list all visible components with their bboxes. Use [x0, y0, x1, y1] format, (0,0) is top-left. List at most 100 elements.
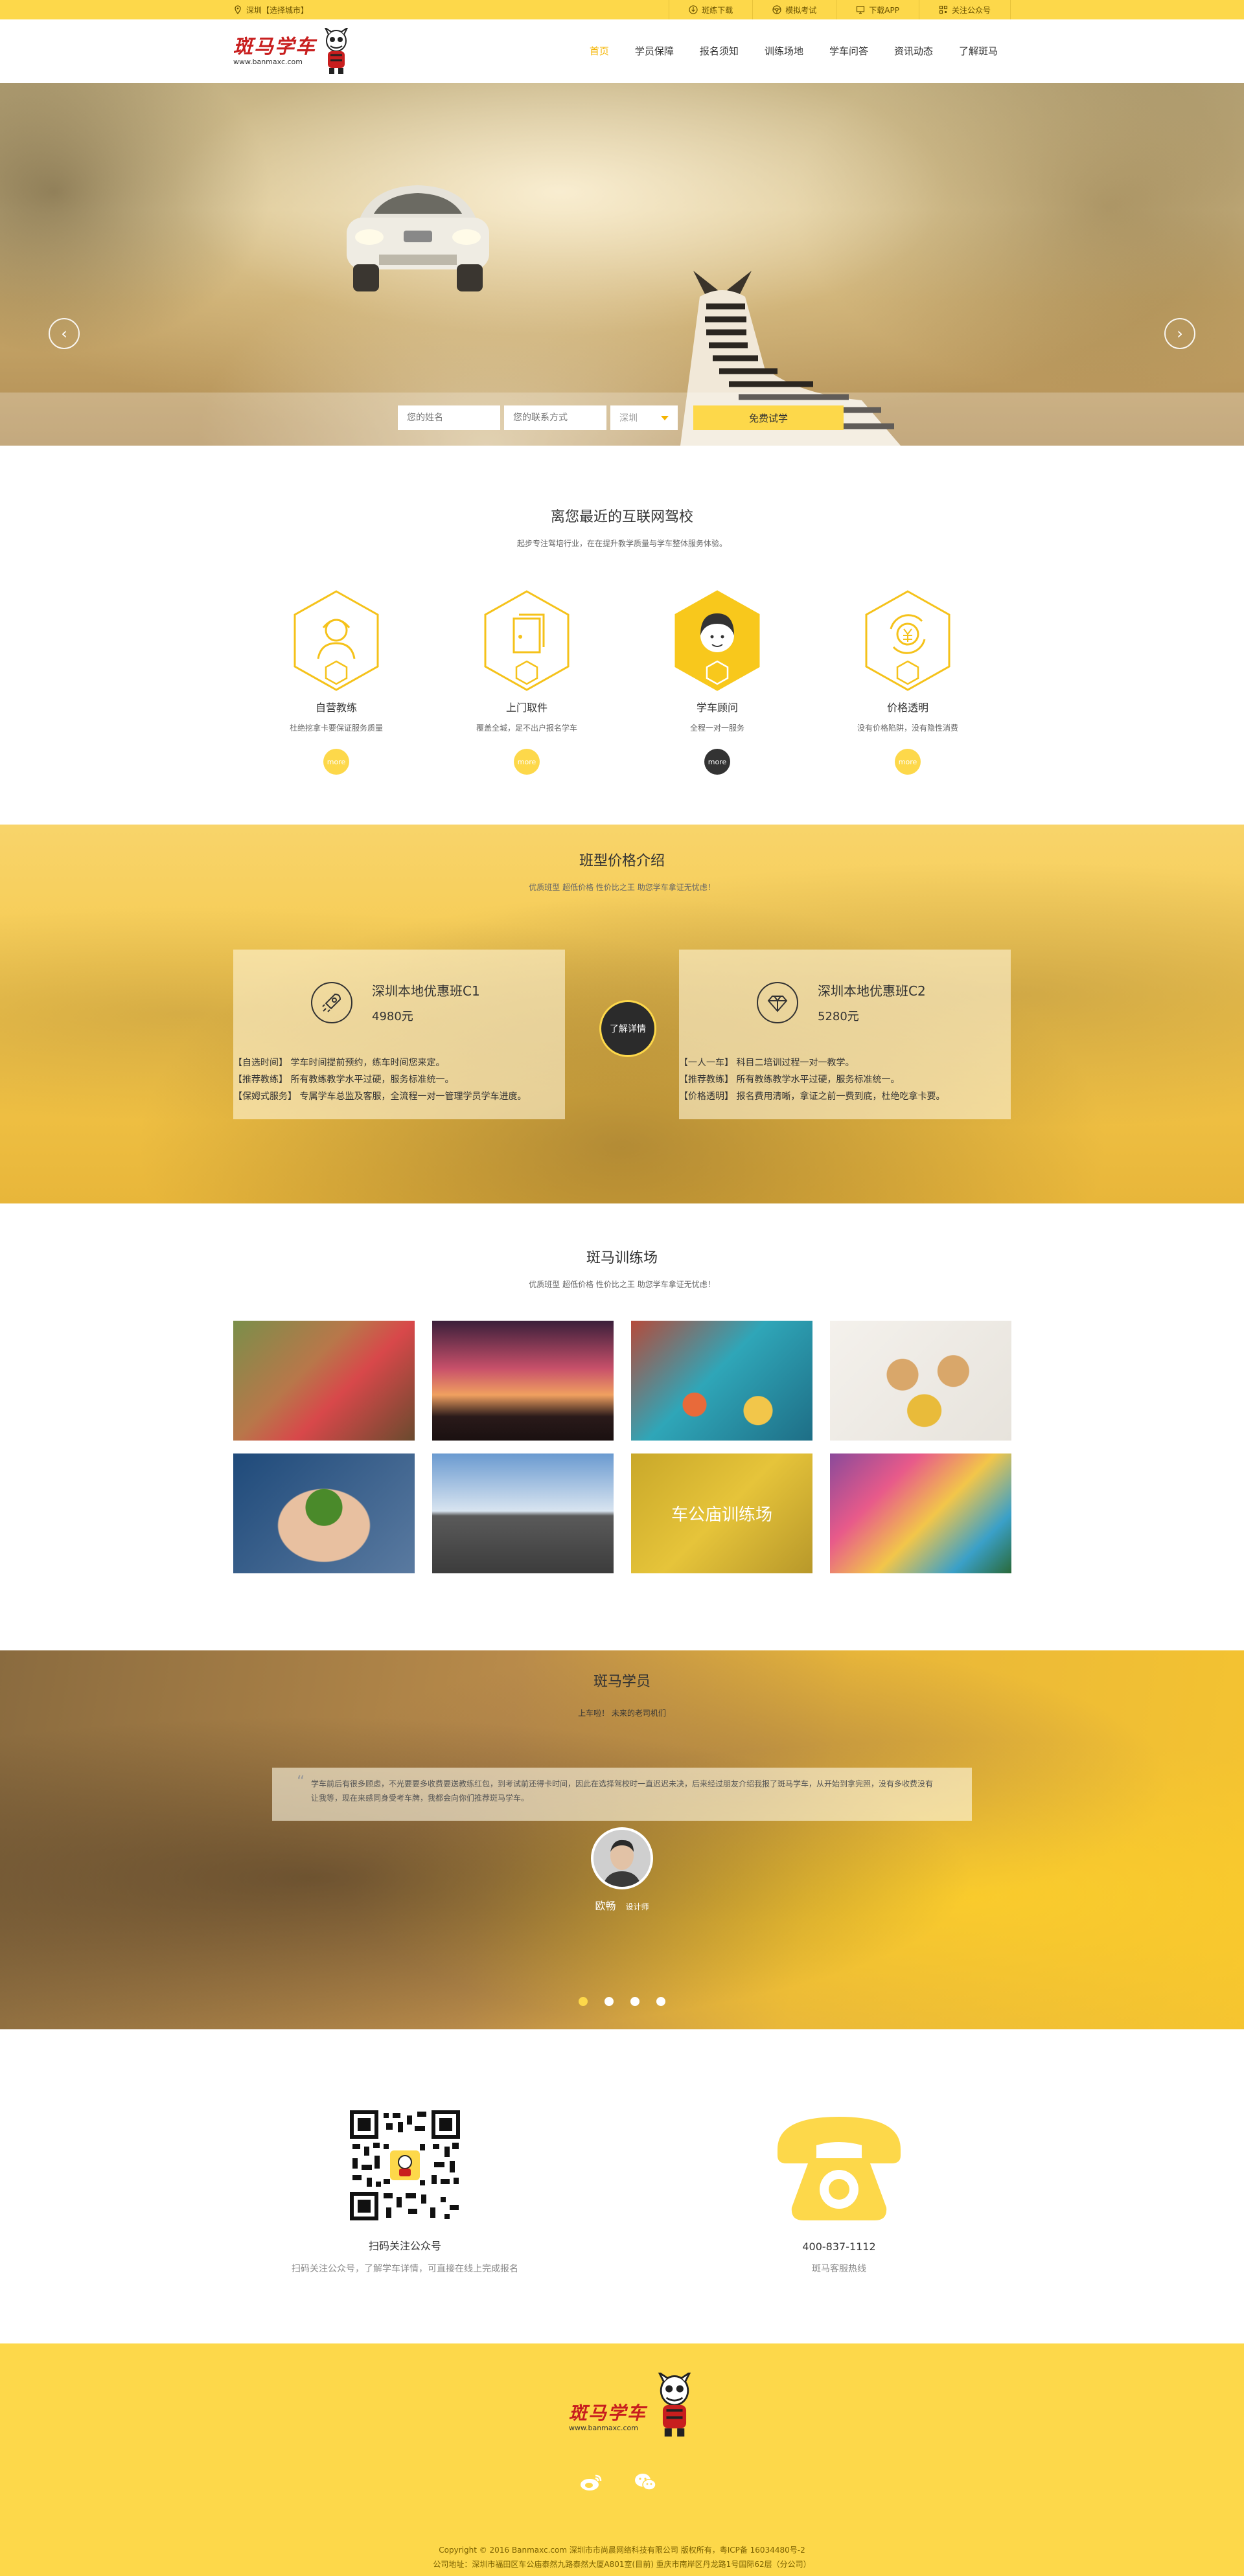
carousel-dots: [0, 1997, 1244, 2006]
price-card-name: 深圳本地优惠班C1: [372, 983, 480, 999]
quote-mark-icon: “: [297, 1772, 305, 1790]
training-section: 斑马训练场 优质班型 超低价格 性价比之王 助您学车拿证无忧虑！ 车公庙训练场: [0, 1203, 1244, 1650]
caret-down-icon: [661, 415, 669, 420]
gallery-tile-moss[interactable]: [233, 1453, 415, 1573]
footer-logo[interactable]: 斑马学车 www.banmaxc.com: [569, 2373, 697, 2437]
carousel-dot[interactable]: [630, 1997, 639, 2006]
gallery-tile-breakfast[interactable]: [830, 1321, 1011, 1441]
site-header: 斑马学车 www.banmaxc.com 首页 学员保障 报名须知 训练场地 学…: [0, 19, 1244, 83]
price-card-price: 5280元: [818, 1010, 859, 1023]
section-subtitle: 起步专注驾培行业，在在提升教学质量与学车整体服务体验。: [516, 539, 727, 548]
gallery-tile-label: 车公庙训练场: [671, 1505, 772, 1525]
hotline-number[interactable]: 400-837-1112: [703, 2240, 975, 2253]
telephone-icon[interactable]: [771, 2110, 907, 2224]
students-section: 斑马学员 上车啦！ 未来的老司机们 “ 学车前后有很多顾虑，不光要要多收费要送教…: [0, 1650, 1244, 2029]
nav-faq[interactable]: 学车问答: [816, 19, 881, 83]
feature-title: 学车顾问: [696, 701, 738, 714]
gallery-tile-arcade[interactable]: [631, 1321, 812, 1441]
nav-training-grounds[interactable]: 训练场地: [752, 19, 816, 83]
learn-details-button[interactable]: 了解详情: [599, 1000, 656, 1057]
contact-input[interactable]: [504, 405, 606, 430]
feature-pickup: 上门取件 覆盖全城，足不出户报名学车 more: [432, 589, 622, 775]
topbar-link-follow-wechat[interactable]: 关注公众号: [918, 0, 1011, 19]
gallery-tile-sunset[interactable]: [432, 1321, 614, 1441]
carousel-dot[interactable]: [656, 1997, 665, 2006]
wechat-icon[interactable]: [634, 2473, 656, 2491]
nav-registration-notice[interactable]: 报名须知: [687, 19, 752, 83]
address-text: 公司地址：深圳市福田区车公庙泰然九路泰然大厦A801室(目前) 重庆市南岸区丹龙…: [433, 2560, 811, 2569]
carousel-dot[interactable]: [605, 1997, 614, 2006]
download-icon: [689, 5, 698, 14]
gallery-tile-label: [631, 1321, 812, 1441]
site-logo[interactable]: 斑马学车 www.banmaxc.com: [233, 28, 351, 74]
coach-icon: [294, 590, 379, 691]
gallery-tile-road[interactable]: [432, 1453, 614, 1573]
topbar-link-label: 关注公众号: [951, 5, 991, 15]
feature-more-button[interactable]: more: [704, 749, 730, 775]
schools-section: 离您最近的互联网驾校 起步专注驾培行业，在在提升教学质量与学车整体服务体验。 自…: [0, 446, 1244, 825]
free-trial-button[interactable]: 免费试学: [693, 405, 844, 430]
gallery-tile-chegongmiao[interactable]: 车公庙训练场: [631, 1453, 812, 1573]
wechat-block: 扫码关注公众号 扫码关注公众号，了解学车详情，可直接在线上完成报名: [269, 2110, 541, 2343]
qr-desc: 扫码关注公众号，了解学车详情，可直接在线上完成报名: [292, 2264, 518, 2274]
section-subtitle: 优质班型 超低价格 性价比之王 助您学车拿证无忧虑！: [529, 1280, 715, 1289]
feature-more-button[interactable]: more: [895, 749, 921, 775]
city-selector[interactable]: 深圳【选择城市】: [233, 5, 308, 16]
city-select[interactable]: 深圳: [610, 405, 678, 430]
price-card-line: 【保姆式服务】 专属学车总监及客服，全流程一对一管理学员学车进度。: [233, 1091, 527, 1102]
section-title: 班型价格介绍: [579, 853, 665, 869]
price-card-line: 【一人一车】 科目二培训过程一对一教学。: [679, 1058, 855, 1068]
topbar-link-download-app[interactable]: 下载APP: [836, 0, 919, 19]
nav-student-guarantee[interactable]: 学员保障: [622, 19, 687, 83]
gallery-tile-label: [233, 1453, 415, 1573]
section-title: 斑马学员: [593, 1674, 651, 1690]
logo-url: www.banmaxc.com: [233, 57, 303, 66]
student-role: 设计师: [625, 1902, 649, 1911]
gallery-tile-guitar[interactable]: [233, 1321, 415, 1441]
hero-prev-arrow[interactable]: ‹: [49, 318, 80, 349]
hero-next-arrow[interactable]: ›: [1164, 318, 1195, 349]
section-subtitle: 优质班型 超低价格 性价比之王 助您学车拿证无忧虑！: [529, 883, 715, 892]
city-label: 深圳【选择城市】: [246, 5, 309, 15]
qr-title: 扫码关注公众号: [368, 2240, 441, 2252]
nav-home[interactable]: 首页: [577, 19, 622, 83]
feature-desc: 杜绝挖拿卡要保证服务质量: [289, 724, 383, 733]
price-card-line: 【价格透明】 报名费用清晰，拿证之前一费到底，杜绝吃拿卡要。: [679, 1091, 945, 1102]
price-card-line: 【推荐教练】 所有教练教学水平过硬，服务标准统一。: [233, 1075, 454, 1085]
feature-title: 价格透明: [886, 701, 928, 714]
price-card-line: 【推荐教练】 所有教练教学水平过硬，服务标准统一。: [679, 1075, 900, 1085]
topbar-link-download-coach[interactable]: 斑练下载: [669, 0, 752, 19]
feature-more-button[interactable]: more: [514, 749, 540, 775]
carousel-dot[interactable]: [579, 1997, 588, 2006]
chevron-right-icon: ›: [1177, 325, 1183, 343]
topbar-link-label: 模拟考试: [785, 5, 817, 15]
monitor-icon: [857, 6, 865, 14]
price-card-price: 4980元: [372, 1010, 413, 1023]
contact-section: 扫码关注公众号 扫码关注公众号，了解学车详情，可直接在线上完成报名 400-83…: [0, 2029, 1244, 2343]
gallery-tile-label: [830, 1321, 1011, 1441]
main-nav: 首页 学员保障 报名须知 训练场地 学车问答 资讯动态 了解斑马: [577, 19, 1011, 83]
feature-desc: 覆盖全城，足不出户报名学车: [476, 724, 577, 733]
price-card-c2[interactable]: 深圳本地优惠班C2 5280元 【一人一车】 科目二培训过程一对一教学。 【推荐…: [679, 950, 1011, 1119]
training-gallery: 车公庙训练场: [233, 1321, 1011, 1573]
section-subtitle: 上车啦！ 未来的老司机们: [578, 1709, 666, 1718]
nav-news[interactable]: 资讯动态: [881, 19, 946, 83]
gallery-tile-graffiti[interactable]: [830, 1453, 1011, 1573]
gallery-tile-label: [432, 1453, 614, 1573]
topbar-link-label: 下载APP: [869, 5, 899, 15]
price-card-c1[interactable]: 深圳本地优惠班C1 4980元 【自选时间】 学车时间提前预约，练车时间您来定。…: [233, 950, 565, 1119]
weibo-icon[interactable]: [580, 2473, 602, 2491]
qr-code[interactable]: [350, 2110, 460, 2220]
feature-more-button[interactable]: more: [323, 749, 349, 775]
nav-about[interactable]: 了解斑马: [946, 19, 1011, 83]
footer-logo-text: 斑马学车: [569, 2402, 647, 2424]
student-name: 欧畅: [595, 1900, 616, 1912]
topbar-link-mock-exam[interactable]: 模拟考试: [752, 0, 836, 19]
copyright-text: Copyright © 2016 Banmaxc.com 深圳市市尚晨网络科技有…: [439, 2546, 805, 2555]
name-input[interactable]: [398, 405, 500, 430]
advisor-icon: [674, 590, 760, 691]
city-select-value: 深圳: [619, 413, 638, 424]
social-links: [580, 2473, 656, 2491]
diamond-icon: [757, 981, 798, 1023]
feature-transparent-price: 价格透明 没有价格陷阱，没有隐性消费 more: [812, 589, 1003, 775]
